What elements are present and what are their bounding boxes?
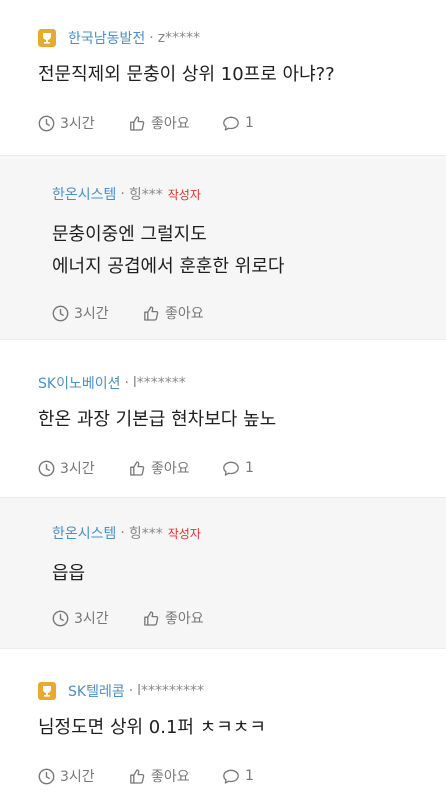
comment-meta: 한온시스템 · 힝*** 작성자 [52,522,446,544]
like-label: 좋아요 [151,769,190,785]
separator-dot: · [149,30,154,46]
separator-dot: · [128,683,134,699]
like-label: 좋아요 [165,611,204,627]
time-label: 3시간 [74,306,109,322]
reply-button[interactable]: 1 [222,115,254,132]
clock-icon [52,610,69,626]
comment-actions: 3시간 좋아요 [52,303,446,323]
comment-line: 한온 과장 기본급 현차보다 높노 [38,409,277,430]
comment-line: 전문직제외 문충이 상위 10프로 아냐?? [38,64,335,85]
separator-dot: · [120,186,125,202]
comment-actions: 3시간 좋아요 1 [38,458,446,478]
speech-bubble-icon [223,769,239,784]
reply-count: 1 [245,115,254,131]
trophy-icon [38,682,56,700]
comment-feed: 한국남동발전 · z***** 전문직제외 문충이 상위 10프로 아냐?? 3… [0,0,446,796]
comment-meta: 한온시스템 · 힝*** 작성자 [52,183,446,205]
like-button[interactable]: 좋아요 [129,113,222,133]
comment-text: 읍읍 [52,558,446,590]
speech-bubble-icon [223,116,239,131]
trophy-icon [38,29,56,47]
separator-dot: · [124,375,129,391]
comment-meta: SK텔레콤 · l********* [38,680,446,702]
like-button[interactable]: 좋아요 [143,608,236,628]
reply-button[interactable]: 1 [222,768,254,785]
user-id: l********* [137,683,205,699]
thumbs-up-icon [130,768,145,784]
reply-count: 1 [245,460,254,476]
like-label: 좋아요 [165,306,204,322]
comment-meta: SK이노베이션 · l******* [38,372,446,394]
author-badge: 작성자 [167,526,201,541]
clock-icon [38,115,55,131]
comment-line: 읍읍 [52,563,86,584]
comment-text: 님정도면 상위 0.1퍼 ㅊㅋㅊㅋ [38,712,446,744]
time-label: 3시간 [74,611,109,627]
timestamp: 3시간 [38,766,129,786]
comment-actions: 3시간 좋아요 1 [38,766,446,786]
thumbs-up-icon [130,460,145,476]
comment-actions: 3시간 좋아요 1 [38,113,446,133]
like-label: 좋아요 [151,116,190,132]
comment-item: SK텔레콤 · l********* 님정도면 상위 0.1퍼 ㅊㅋㅊㅋ 3시간… [0,649,446,796]
timestamp: 3시간 [38,113,129,133]
user-id: 힝*** [128,526,163,542]
clock-icon [38,768,55,784]
comment-line: 에너지 공겹에서 훈훈한 위로다 [52,256,285,277]
comment-line: 문충이중엔 그럴지도 [52,224,207,245]
comment-text: 한온 과장 기본급 현차보다 높노 [38,404,446,436]
company-name[interactable]: 한온시스템 [52,184,116,204]
like-button[interactable]: 좋아요 [129,458,222,478]
like-label: 좋아요 [151,461,190,477]
timestamp: 3시간 [52,303,143,323]
thumbs-up-icon [144,305,159,321]
company-name[interactable]: SK텔레콤 [68,681,125,701]
user-id: 힝*** [128,187,163,203]
comment-item: SK이노베이션 · l******* 한온 과장 기본급 현차보다 높노 3시간… [0,340,446,497]
reply-item: 한온시스템 · 힝*** 작성자 문충이중엔 그럴지도 에너지 공겹에서 훈훈한… [0,156,446,339]
time-label: 3시간 [60,461,95,477]
reply-count: 1 [245,768,254,784]
like-button[interactable]: 좋아요 [129,766,222,786]
clock-icon [38,460,55,476]
reply-item: 한온시스템 · 힝*** 작성자 읍읍 3시간 좋아요 [0,498,446,648]
author-badge: 작성자 [167,187,201,202]
timestamp: 3시간 [38,458,129,478]
comment-text: 전문직제외 문충이 상위 10프로 아냐?? [38,59,446,91]
clock-icon [52,305,69,321]
company-name[interactable]: 한온시스템 [52,523,116,543]
user-id: z***** [157,30,201,46]
timestamp: 3시간 [52,608,143,628]
reply-button[interactable]: 1 [222,460,254,477]
thumbs-up-icon [144,610,159,626]
speech-bubble-icon [223,461,239,476]
company-name[interactable]: SK이노베이션 [38,373,120,393]
like-button[interactable]: 좋아요 [143,303,236,323]
separator-dot: · [120,525,125,541]
time-label: 3시간 [60,116,95,132]
comment-actions: 3시간 좋아요 [52,608,446,628]
comment-text: 문충이중엔 그럴지도 에너지 공겹에서 훈훈한 위로다 [52,219,446,283]
comment-line: 님정도면 상위 0.1퍼 ㅊㅋㅊㅋ [38,717,266,738]
time-label: 3시간 [60,769,95,785]
comment-meta: 한국남동발전 · z***** [38,27,446,49]
thumbs-up-icon [130,115,145,131]
comment-item: 한국남동발전 · z***** 전문직제외 문충이 상위 10프로 아냐?? 3… [0,0,446,155]
company-name[interactable]: 한국남동발전 [68,28,145,48]
user-id: l******* [132,375,186,391]
